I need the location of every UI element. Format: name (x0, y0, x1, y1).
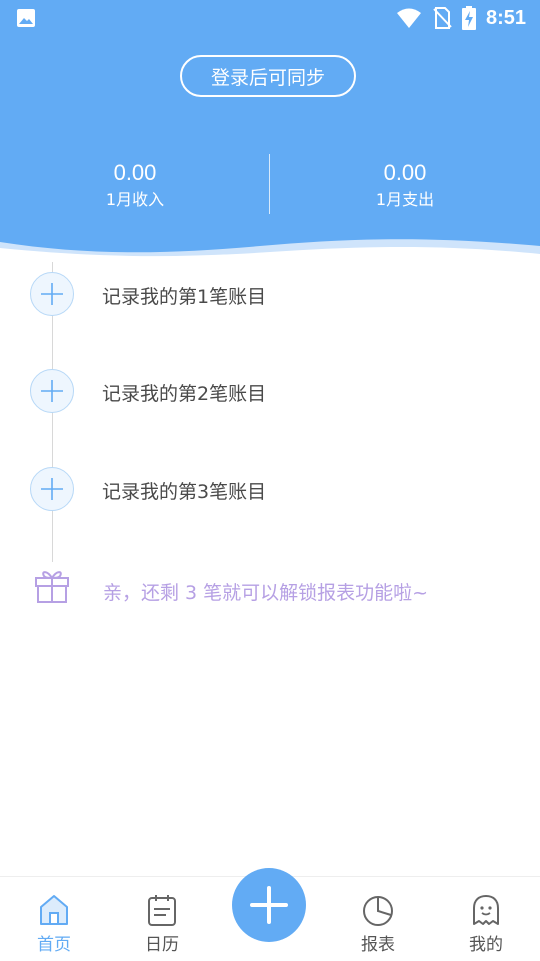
add-entry-circle[interactable] (30, 467, 74, 511)
nav-mine-label: 我的 (469, 935, 503, 955)
image-icon (17, 9, 35, 27)
income-summary[interactable]: 0.00 1月收入 (0, 160, 270, 212)
plus-icon (41, 478, 63, 500)
add-entry-1[interactable]: 记录我的第1笔账目 (30, 272, 510, 318)
income-value: 0.00 (113, 160, 157, 185)
add-entry-3[interactable]: 记录我的第3笔账目 (30, 467, 510, 513)
add-entry-circle[interactable] (30, 369, 74, 413)
add-record-button[interactable] (232, 868, 306, 942)
nav-calendar-label: 日历 (145, 935, 179, 955)
nav-home[interactable]: 首页 (0, 877, 108, 961)
income-label: 1月收入 (105, 190, 165, 209)
status-bar: 8:51 (0, 0, 540, 36)
nav-report-label: 报表 (361, 935, 395, 955)
battery-charging-icon (461, 6, 476, 30)
entry-label: 记录我的第1笔账目 (102, 286, 267, 308)
plus-icon (41, 380, 63, 402)
login-sync-button[interactable]: 登录后可同步 (180, 55, 356, 97)
entry-label: 记录我的第2笔账目 (102, 383, 267, 405)
add-entry-2[interactable]: 记录我的第2笔账目 (30, 369, 510, 415)
entry-label: 记录我的第3笔账目 (102, 481, 267, 503)
no-sim-icon (433, 7, 452, 29)
status-right: 8:51 (396, 6, 526, 30)
expense-value: 0.00 (383, 160, 427, 185)
add-entry-circle[interactable] (30, 272, 74, 316)
gift-icon (35, 571, 69, 603)
unlock-hint: 亲，还剩 3 笔就可以解锁报表功能啦~ (103, 582, 429, 604)
wifi-icon (396, 8, 421, 28)
pie-chart-icon (363, 896, 393, 926)
expense-label: 1月支出 (375, 190, 435, 209)
plus-icon (250, 886, 288, 924)
plus-icon (41, 283, 63, 305)
expense-summary[interactable]: 0.00 1月支出 (270, 160, 540, 212)
nav-report[interactable]: 报表 (324, 877, 432, 961)
header-area: 8:51 登录后可同步 0.00 1月收入 0.00 1月支出 (0, 0, 540, 262)
nav-calendar[interactable]: 日历 (108, 877, 216, 961)
nav-mine[interactable]: 我的 (432, 877, 540, 961)
home-icon (40, 895, 68, 925)
calendar-icon (148, 895, 176, 926)
nav-home-label: 首页 (37, 935, 71, 955)
clock: 8:51 (485, 6, 526, 29)
header-wave (0, 239, 540, 262)
ghost-icon (473, 895, 499, 925)
